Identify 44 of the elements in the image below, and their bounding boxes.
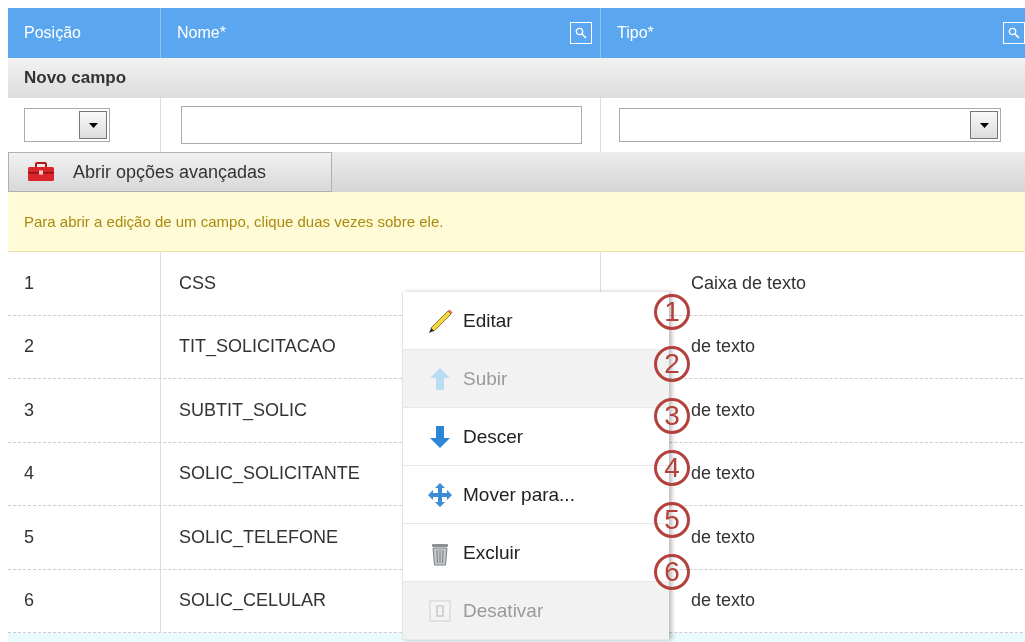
column-header: Posição: [24, 24, 81, 42]
table-cell: SOLIC_CELULAR: [179, 590, 327, 612]
search-icon: [1008, 27, 1020, 39]
table-cell: TIT_SOLICITACAO: [179, 336, 336, 358]
column-header: Tipo*: [617, 24, 654, 42]
position-select[interactable]: [24, 108, 110, 142]
name-input-field[interactable]: [181, 106, 582, 144]
table-cell: 4: [24, 463, 34, 485]
number-callout: 4: [654, 450, 690, 486]
dropdown-button[interactable]: [79, 111, 107, 139]
advanced-options-button[interactable]: Abrir opções avançadas: [8, 152, 332, 192]
search-button[interactable]: [1003, 22, 1025, 44]
caret-icon: [979, 122, 989, 128]
table-cell: SOLIC_TELEFONE: [179, 526, 339, 548]
pencil-icon: [427, 307, 453, 334]
table-cell: CSS: [179, 272, 216, 294]
dropdown-button[interactable]: [970, 111, 998, 139]
table-cell: de texto: [691, 590, 756, 612]
number-callout: 3: [654, 398, 690, 434]
caret-icon: [88, 122, 98, 128]
number-callout: 5: [654, 502, 690, 538]
move-arrows-icon: [427, 481, 453, 508]
table-cell: 1: [24, 272, 34, 294]
table-cell: de texto: [691, 399, 756, 421]
square-icon: [427, 597, 453, 624]
table-cell: de texto: [691, 526, 756, 548]
notice-text: Para abrir a edição de um campo, clique duas vezes sobre ele.: [24, 213, 444, 230]
column-header: Nome*: [177, 24, 226, 42]
table-cell: 2: [24, 336, 34, 358]
number-callout: 2: [654, 346, 690, 382]
toolbox-icon: [27, 162, 55, 182]
table-cell: 5: [24, 526, 34, 548]
table-cell: 6: [24, 590, 34, 612]
table-cell: de texto: [691, 336, 756, 358]
search-button[interactable]: [570, 22, 592, 44]
table-cell: 3: [24, 399, 34, 421]
table-cell: Caixa de texto: [691, 272, 807, 294]
table-cell: SOLIC_SOLICITANTE: [179, 463, 360, 485]
table-cell: SUBTIT_SOLIC: [179, 399, 308, 421]
section-title: Novo campo: [24, 68, 127, 88]
search-icon: [575, 27, 587, 39]
number-callout: 1: [654, 294, 690, 330]
number-callout: 6: [654, 554, 690, 590]
table-cell: de texto: [691, 463, 756, 485]
